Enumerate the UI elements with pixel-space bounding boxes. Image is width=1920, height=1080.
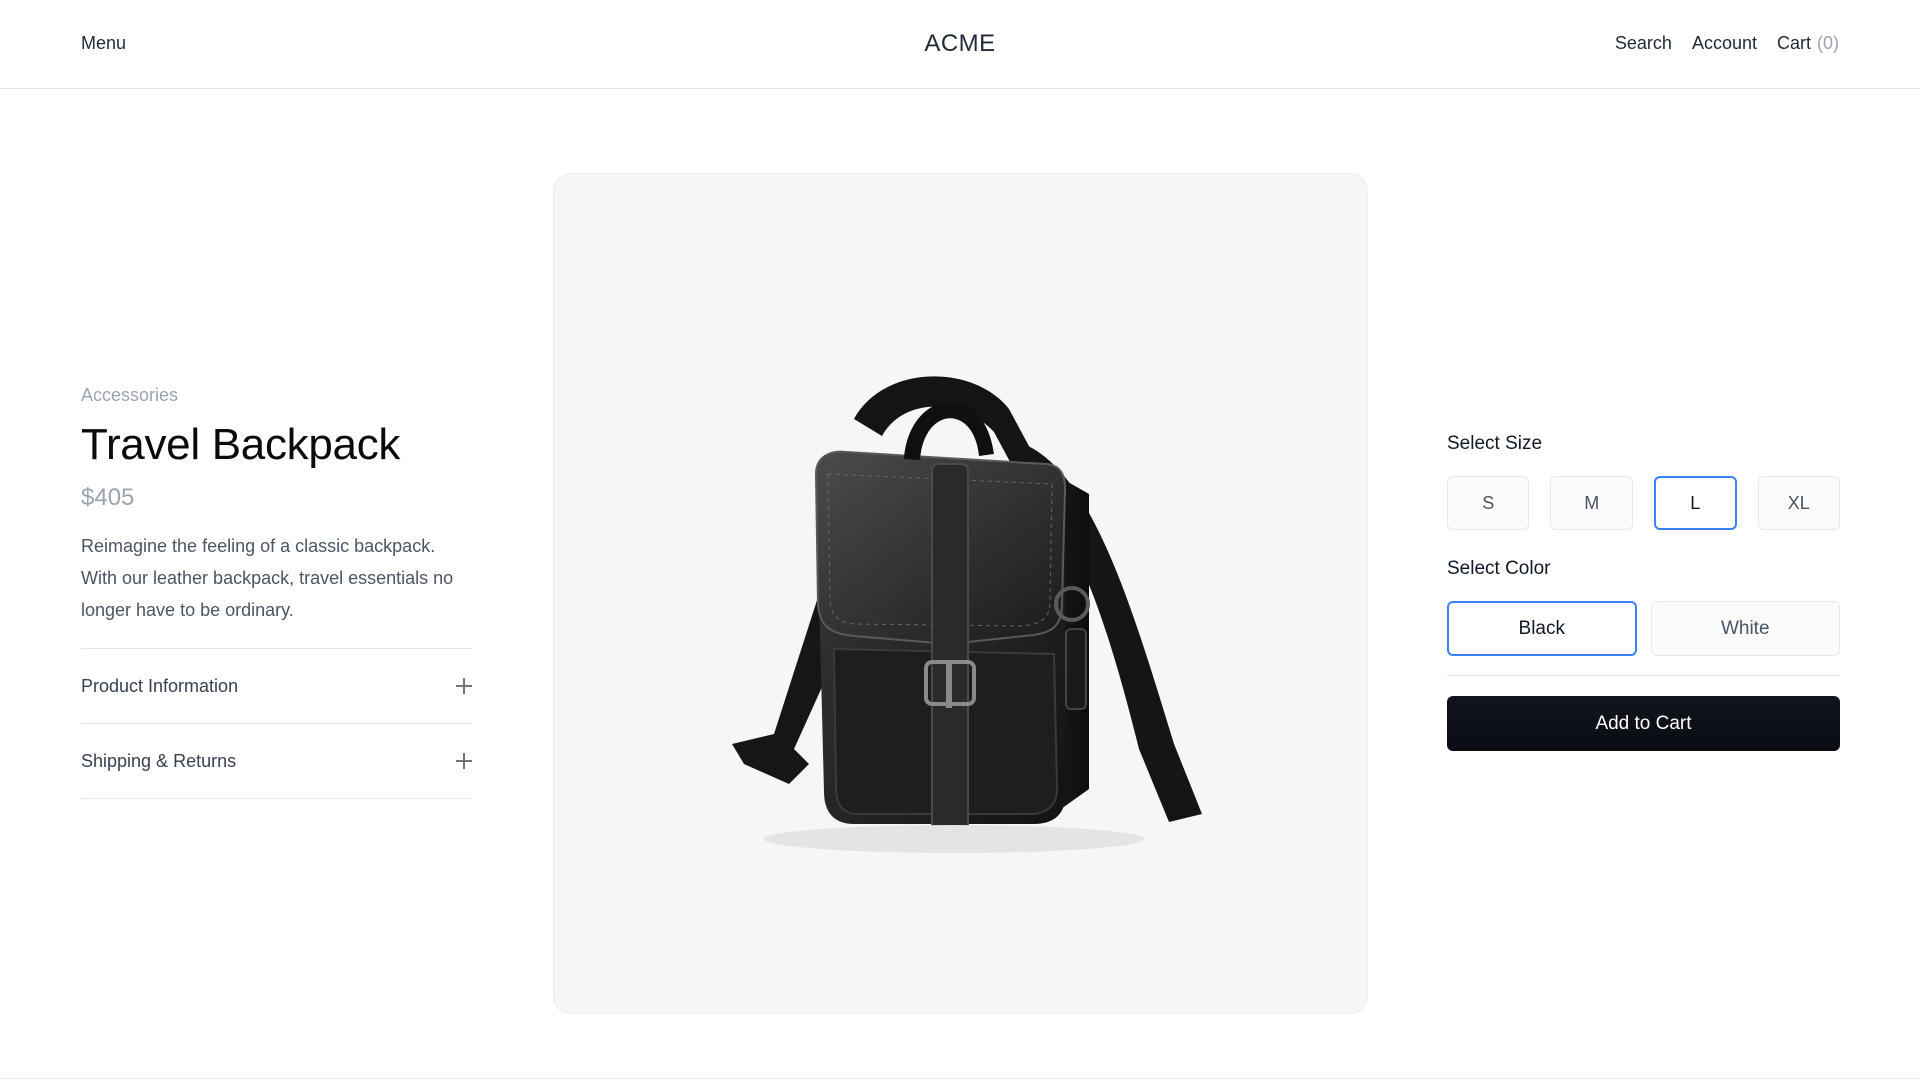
accordion: Product Information Shipping & Returns bbox=[81, 648, 472, 799]
plus-icon bbox=[456, 678, 472, 694]
search-link[interactable]: Search bbox=[1615, 33, 1672, 54]
cart-link[interactable]: Cart (0) bbox=[1777, 33, 1839, 54]
product-category: Accessories bbox=[81, 385, 179, 405]
product-price: $405 bbox=[81, 484, 135, 511]
add-to-cart-button[interactable]: Add to Cart bbox=[1447, 696, 1840, 751]
purchase-panel: Select Size S M L XL Select Color Black … bbox=[1447, 433, 1841, 751]
product-info: Accessories Travel Backpack $405 Reimagi… bbox=[81, 385, 472, 799]
account-link[interactable]: Account bbox=[1692, 33, 1757, 54]
product-image bbox=[553, 173, 1368, 1014]
accordion-shipping-returns[interactable]: Shipping & Returns bbox=[81, 724, 472, 799]
color-selector: Black White bbox=[1447, 601, 1840, 656]
size-option-l[interactable]: L bbox=[1653, 476, 1737, 530]
plus-icon bbox=[456, 753, 472, 769]
cart-count: (0) bbox=[1817, 33, 1839, 53]
color-option-white[interactable]: White bbox=[1650, 601, 1840, 656]
product-title: Travel Backpack bbox=[81, 420, 401, 469]
footer-divider bbox=[0, 1078, 1920, 1079]
accordion-product-information[interactable]: Product Information bbox=[81, 649, 472, 724]
cart-label: Cart bbox=[1776, 33, 1811, 53]
size-option-s[interactable]: S bbox=[1447, 476, 1530, 530]
divider bbox=[1447, 675, 1840, 676]
header-nav: Search Account Cart (0) bbox=[1615, 33, 1839, 54]
product-description: Reimagine the feeling of a classic backp… bbox=[81, 536, 454, 620]
size-option-xl[interactable]: XL bbox=[1757, 476, 1841, 530]
color-option-black[interactable]: Black bbox=[1447, 601, 1637, 656]
accordion-label: Shipping & Returns bbox=[81, 750, 237, 771]
site-header: Menu ACME Search Account Cart (0) bbox=[0, 0, 1920, 89]
color-label: Select Color bbox=[1447, 558, 1551, 579]
backpack-illustration bbox=[732, 376, 1202, 853]
size-selector: S M L XL bbox=[1447, 476, 1841, 530]
accordion-label: Product Information bbox=[81, 675, 239, 696]
size-label: Select Size bbox=[1447, 433, 1543, 454]
size-option-m[interactable]: M bbox=[1550, 476, 1633, 530]
